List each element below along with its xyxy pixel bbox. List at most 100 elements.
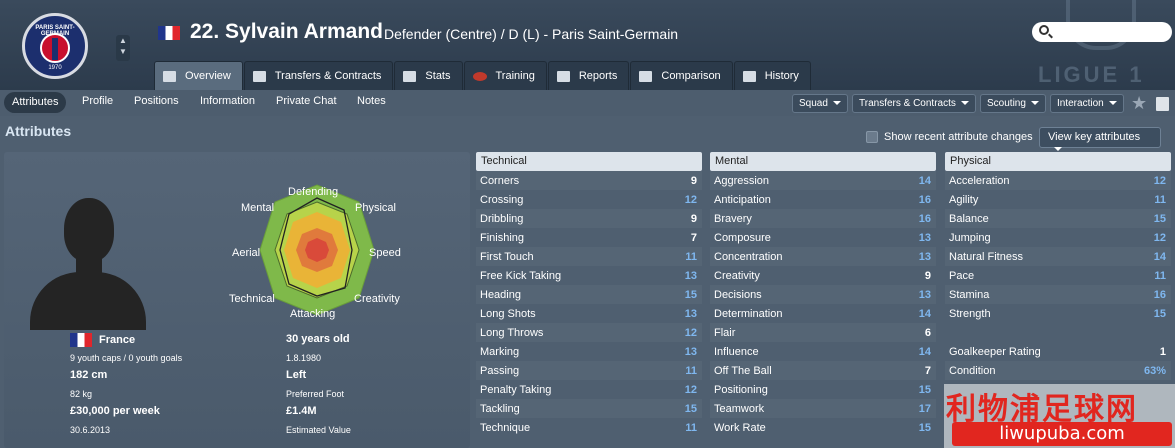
attribute-name: Composure [714,231,771,244]
spider-label-creativity: Creativity [354,293,400,305]
spider-label-speed: Speed [369,247,401,259]
subnav-positions[interactable]: Positions [134,95,179,107]
attribute-row[interactable]: First Touch 11 [476,247,702,266]
squad-dropdown[interactable]: Squad [792,94,848,113]
technical-attributes: Technical Corners 9 Crossing 12 Dribbling 9 Fi… [476,152,702,448]
contracts-icon [252,70,266,82]
main-tabs: Overview Transfers & Contracts Stats Tra… [154,61,812,90]
attribute-row[interactable]: Acceleration 12 [945,171,1171,190]
tab-training[interactable]: Training [463,61,547,90]
attribute-name: Penalty Taking [480,383,552,396]
date-of-birth: 1.8.1980 [286,353,322,363]
club-logo-year: 1970 [48,65,62,71]
attribute-value: 13 [684,307,697,320]
attribute-row[interactable]: Influence 14 [710,342,936,361]
attribute-name: Dribbling [480,212,524,225]
player-header: PARIS SAINT-GERMAIN 1970 ▲▼ 22. Sylvain … [0,0,1175,90]
attribute-row[interactable]: Pace 11 [945,266,1171,285]
attribute-row[interactable]: Teamwork 17 [710,399,936,418]
attribute-row[interactable]: Decisions 13 [710,285,936,304]
transfers-contracts-dropdown[interactable]: Transfers & Contracts [852,94,976,113]
attribute-row[interactable]: Aggression 14 [710,171,936,190]
tab-transfers-contracts[interactable]: Transfers & Contracts [243,61,394,90]
subnav-profile[interactable]: Profile [82,95,113,107]
attribute-row[interactable]: Penalty Taking 12 [476,380,702,399]
player-stepper[interactable]: ▲ ▼ [116,35,130,61]
attribute-name: Jumping [949,231,991,244]
attribute-row[interactable]: Tackling 15 [476,399,702,418]
attribute-name: Off The Ball [714,364,772,377]
attribute-row[interactable]: Long Throws 12 [476,323,702,342]
attribute-row[interactable]: Balance 15 [945,209,1171,228]
attribute-row[interactable]: Marking 13 [476,342,702,361]
attribute-row[interactable]: Off The Ball 7 [710,361,936,380]
attribute-row[interactable]: Long Shots 13 [476,304,702,323]
view-key-attributes-button[interactable]: View key attributes [1039,127,1161,152]
attribute-row[interactable]: Creativity 9 [710,266,936,285]
attribute-row[interactable]: Work Rate 15 [710,418,936,437]
subnav-attributes[interactable]: Attributes [4,92,67,113]
attribute-row[interactable]: Positioning 15 [710,380,936,399]
attribute-value: 16 [918,212,931,225]
attribute-name: Work Rate [714,421,766,434]
interaction-dropdown[interactable]: Interaction [1050,94,1124,113]
attribute-row[interactable]: Strength 15 [945,304,1171,323]
attribute-value: 17 [918,402,931,415]
club-logo-icon[interactable]: PARIS SAINT-GERMAIN 1970 [22,13,88,79]
nationality[interactable]: France [99,334,135,346]
subnav-notes[interactable]: Notes [357,95,386,107]
attribute-row[interactable]: Jumping 12 [945,228,1171,247]
spider-label-aerial: Aerial [232,247,261,259]
attribute-row[interactable]: Composure 13 [710,228,936,247]
attribute-row[interactable]: Condition 63% [945,361,1171,380]
spider-label-defending: Defending [288,186,339,198]
attribute-row[interactable]: Concentration 13 [710,247,936,266]
attribute-row[interactable]: Bravery 16 [710,209,936,228]
star-icon[interactable]: ★ [1131,93,1147,114]
attribute-value: 15 [918,421,931,434]
attribute-row[interactable]: Anticipation 16 [710,190,936,209]
attribute-value: 12 [684,383,697,396]
tab-stats[interactable]: Stats [394,61,463,90]
player-role[interactable]: Defender (Centre) / D (L) - Paris Saint-… [384,26,678,42]
scouting-dropdown[interactable]: Scouting [980,94,1046,113]
attribute-row[interactable]: Technique 11 [476,418,702,437]
attribute-row[interactable]: Heading 15 [476,285,702,304]
attribute-row[interactable]: Agility 11 [945,190,1171,209]
attribute-row[interactable]: Goalkeeper Rating 1 [945,342,1171,361]
attribute-row[interactable]: Natural Fitness 14 [945,247,1171,266]
attribute-row[interactable]: Passing 11 [476,361,702,380]
attribute-row[interactable]: Dribbling 9 [476,209,702,228]
attribute-name: Balance [949,212,989,225]
stats-icon [403,70,417,82]
tab-comparison[interactable]: Comparison [630,61,733,90]
search-input[interactable] [1032,22,1172,42]
youth-caps: 9 youth caps / 0 youth goals [70,353,183,363]
player-wage: £30,000 per week [70,405,160,417]
attribute-row[interactable]: Free Kick Taking 13 [476,266,702,285]
attribute-row[interactable]: Corners 9 [476,171,702,190]
france-flag-icon [70,333,92,347]
subnav-private-chat[interactable]: Private Chat [276,95,337,107]
mental-attributes: Mental Aggression 14 Anticipation 16 Bravery… [710,152,936,448]
attribute-row[interactable]: Finishing 7 [476,228,702,247]
attribute-row[interactable]: Flair 6 [710,323,936,342]
notes-icon[interactable] [1156,97,1169,111]
attribute-row[interactable]: Stamina 16 [945,285,1171,304]
spider-label-physical: Physical [355,202,396,214]
show-recent-changes-checkbox[interactable] [866,131,878,143]
subnav-information[interactable]: Information [200,95,255,107]
attribute-name: Crossing [480,193,524,206]
attribute-value: 12 [684,326,697,339]
tab-overview[interactable]: Overview [154,61,243,90]
attribute-row[interactable]: Crossing 12 [476,190,702,209]
tab-reports[interactable]: Reports [547,61,630,90]
tab-history[interactable]: History [733,61,811,90]
player-name: 22. Sylvain Armand [190,20,383,43]
attribute-value: 7 [690,231,697,244]
attribute-value: 14 [918,174,931,187]
preferred-foot-value: Left [286,369,307,381]
attribute-row[interactable]: Determination 14 [710,304,936,323]
attribute-name: Decisions [714,288,762,301]
